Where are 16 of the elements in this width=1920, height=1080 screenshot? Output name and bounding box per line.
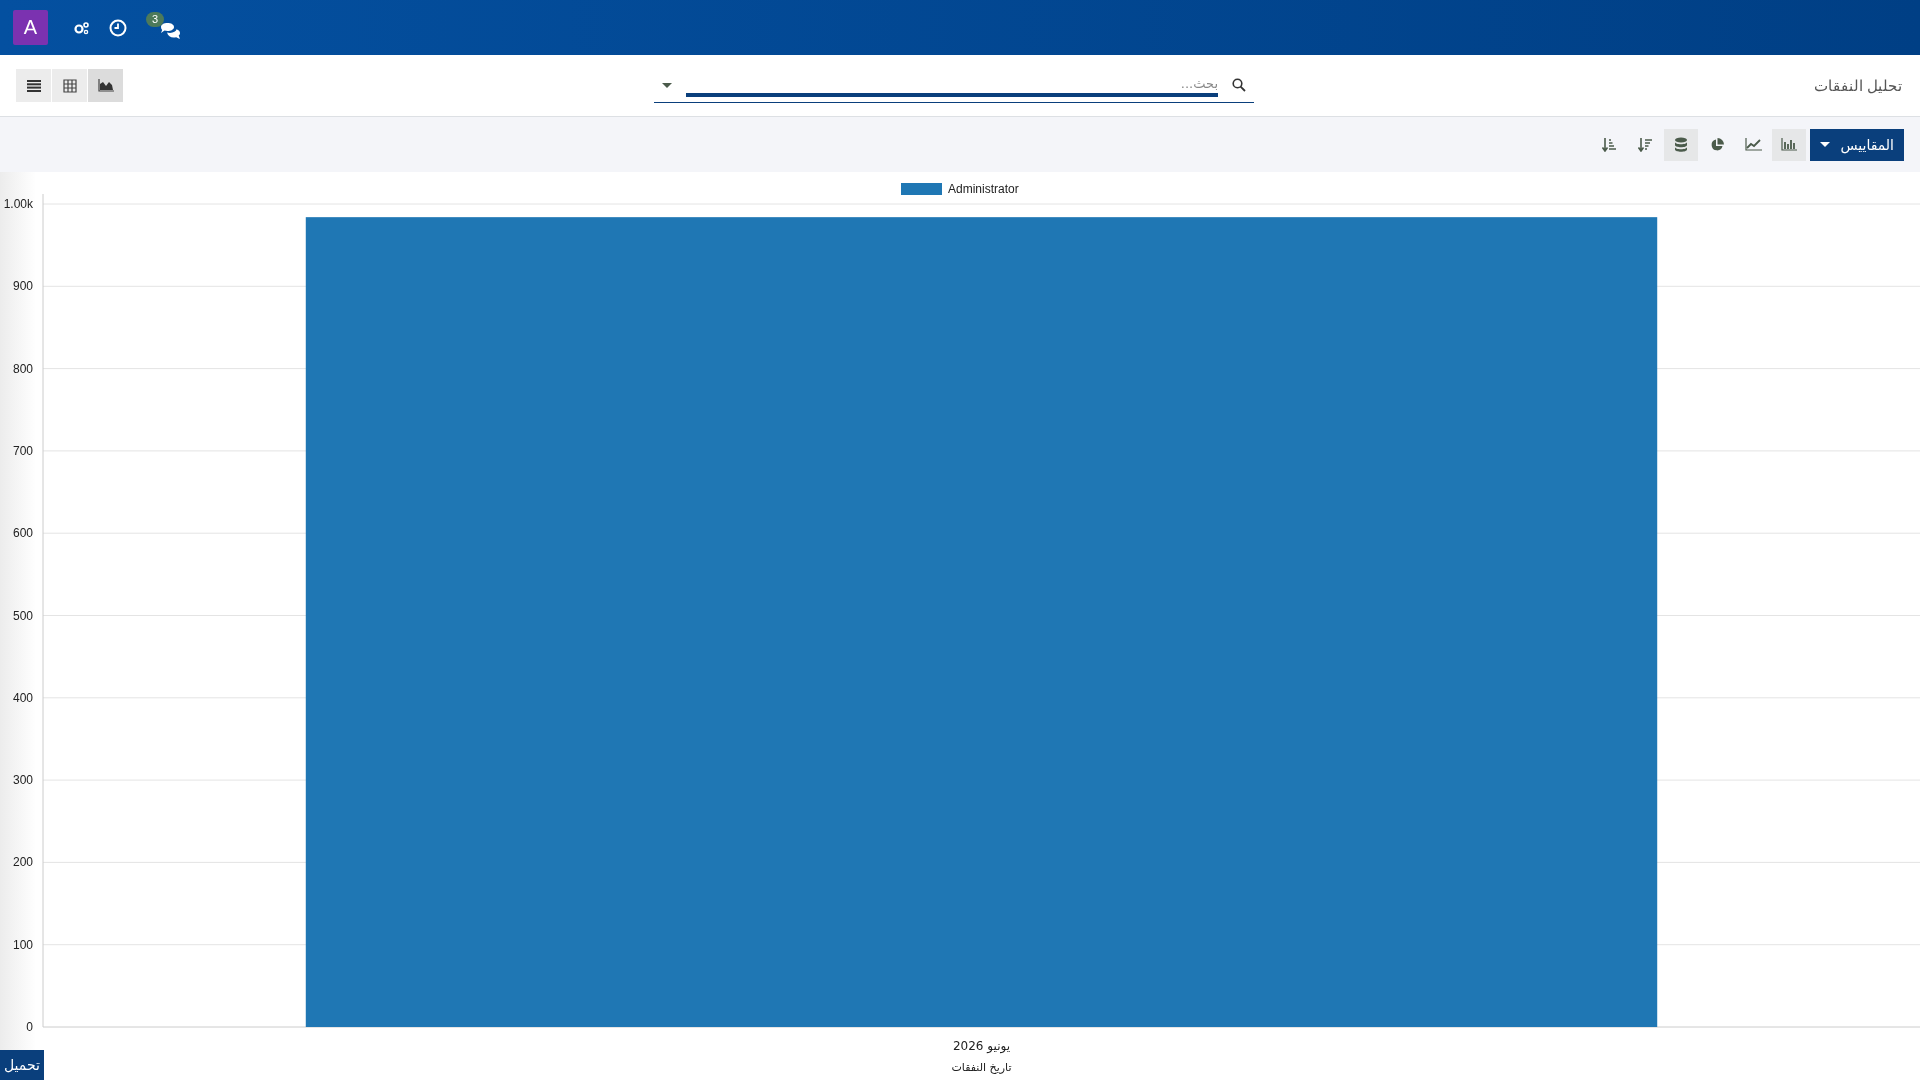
y-axis-tick-label: 800 bbox=[12, 361, 33, 376]
y-axis-tick-label: 400 bbox=[12, 690, 33, 705]
y-axis-tick-label: 700 bbox=[12, 443, 33, 458]
x-axis-title: تاريخ النفقات bbox=[951, 1061, 1012, 1074]
y-axis-tick-label: 100 bbox=[12, 937, 33, 952]
legend-label: Administrator bbox=[948, 182, 1019, 196]
page-title: تحليل النفقات bbox=[1813, 76, 1902, 95]
y-axis-tick-label: 1.00k bbox=[3, 197, 33, 211]
x-axis-tick-label: يونيو 2026 bbox=[952, 1039, 1011, 1053]
y-axis-tick-label: 300 bbox=[12, 773, 33, 788]
y-axis-tick-label: 900 bbox=[12, 279, 33, 294]
notification-badge: 3 bbox=[146, 11, 164, 27]
y-axis-tick-label: 600 bbox=[12, 526, 33, 541]
y-axis-tick-label: 200 bbox=[12, 855, 33, 870]
y-axis-tick-label: 0 bbox=[26, 1020, 33, 1034]
y-axis-tick-label: 500 bbox=[12, 608, 33, 623]
